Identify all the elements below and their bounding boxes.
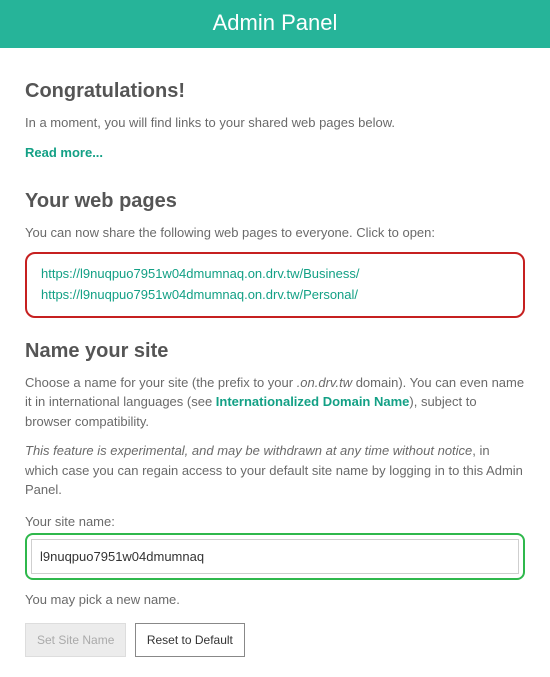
site-name-frame	[25, 533, 525, 580]
set-site-name-button[interactable]: Set Site Name	[25, 623, 126, 657]
site-name-input[interactable]	[31, 539, 519, 574]
page-header: Admin Panel	[0, 0, 550, 48]
shared-link-personal[interactable]: https://l9nuqpuo7951w04dmumnaq.on.drv.tw…	[41, 285, 509, 306]
idn-link[interactable]: Internationalized Domain Name	[216, 394, 410, 409]
experimental-notice: This feature is experimental, and may be…	[25, 443, 472, 458]
links-frame: https://l9nuqpuo7951w04dmumnaq.on.drv.tw…	[25, 252, 525, 318]
text-fragment: Choose a name for your site (the prefix …	[25, 375, 297, 390]
congrats-text: In a moment, you will find links to your…	[25, 113, 525, 133]
reset-to-default-button[interactable]: Reset to Default	[135, 623, 245, 657]
site-name-label: Your site name:	[25, 514, 525, 529]
name-site-para1: Choose a name for your site (the prefix …	[25, 373, 525, 432]
shared-link-business[interactable]: https://l9nuqpuo7951w04dmumnaq.on.drv.tw…	[41, 264, 509, 285]
name-site-heading: Name your site	[25, 340, 525, 363]
webpages-text: You can now share the following web page…	[25, 223, 525, 243]
read-more-link[interactable]: Read more...	[25, 145, 103, 160]
congrats-heading: Congratulations!	[25, 80, 525, 103]
site-name-helper: You may pick a new name.	[25, 590, 525, 610]
webpages-heading: Your web pages	[25, 190, 525, 213]
name-site-para2: This feature is experimental, and may be…	[25, 441, 525, 500]
domain-suffix: .on.drv.tw	[297, 375, 352, 390]
content: Congratulations! In a moment, you will f…	[0, 48, 550, 677]
button-row: Set Site Name Reset to Default	[25, 623, 525, 657]
page-title: Admin Panel	[213, 10, 338, 35]
